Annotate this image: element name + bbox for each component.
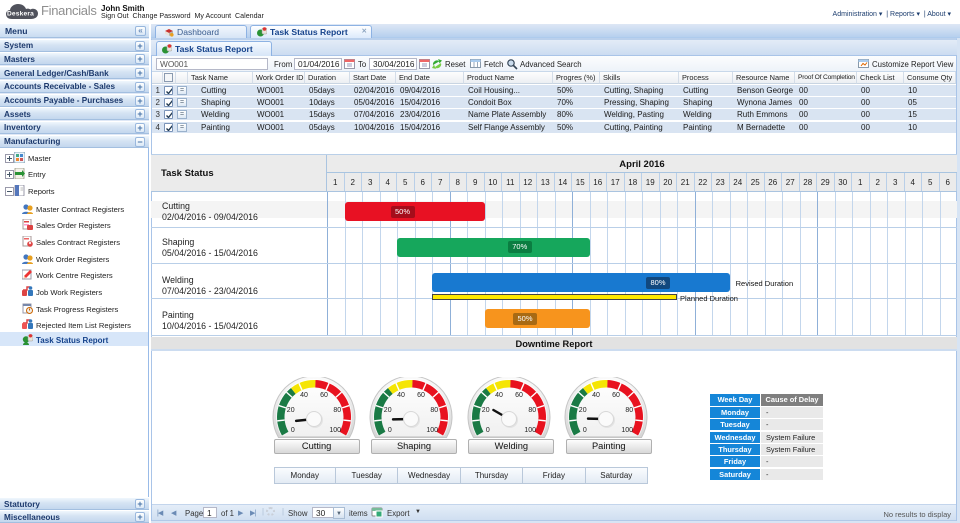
svg-text:Deskera: Deskera [7, 11, 34, 18]
svg-text:20: 20 [384, 407, 392, 414]
svg-text:20: 20 [287, 407, 295, 414]
svg-text:40: 40 [592, 392, 600, 399]
svg-text:40: 40 [495, 392, 503, 399]
svg-text:0: 0 [486, 427, 490, 434]
svg-text:60: 60 [417, 392, 425, 399]
svg-text:0: 0 [291, 427, 295, 434]
svg-text:40: 40 [300, 392, 308, 399]
svg-text:0: 0 [583, 427, 587, 434]
svg-text:80: 80 [333, 407, 341, 414]
svg-text:100: 100 [524, 427, 536, 434]
svg-text:100: 100 [621, 427, 633, 434]
svg-text:60: 60 [612, 392, 620, 399]
svg-text:80: 80 [625, 407, 633, 414]
svg-text:20: 20 [579, 407, 587, 414]
svg-text:80: 80 [528, 407, 536, 414]
svg-text:60: 60 [515, 392, 523, 399]
svg-text:20: 20 [481, 407, 489, 414]
svg-text:60: 60 [320, 392, 328, 399]
svg-text:0: 0 [388, 427, 392, 434]
svg-text:80: 80 [431, 407, 439, 414]
svg-text:40: 40 [397, 392, 405, 399]
svg-text:100: 100 [329, 427, 341, 434]
svg-text:100: 100 [427, 427, 439, 434]
